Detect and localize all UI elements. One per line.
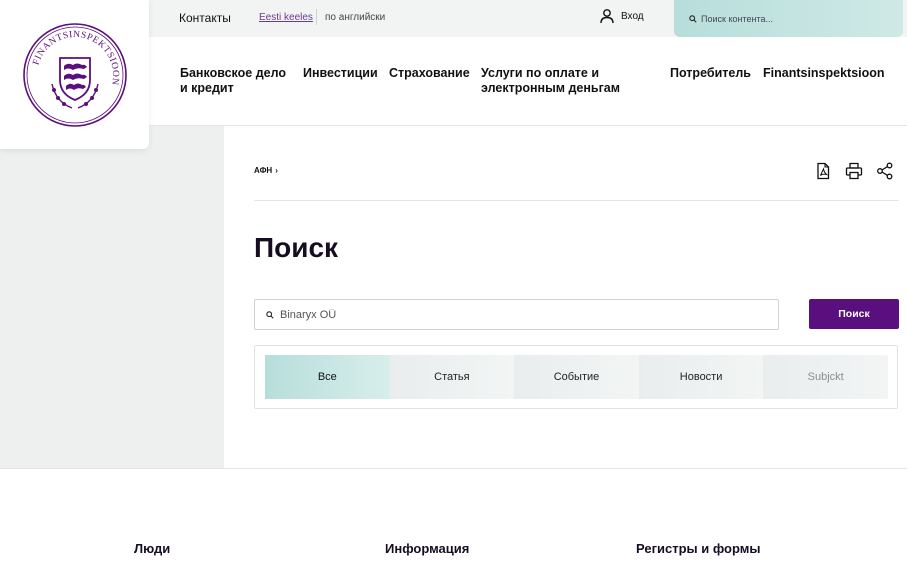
pdf-button[interactable] bbox=[814, 162, 832, 180]
finantsinspektsioon-seal-logo: FINANTSINSPEKTSIOON bbox=[22, 22, 127, 127]
nav-divider bbox=[149, 125, 907, 126]
user-icon bbox=[600, 9, 614, 24]
global-search-bar bbox=[674, 0, 903, 37]
tab-event[interactable]: Событие bbox=[514, 355, 639, 399]
language-estonian-link[interactable]: Eesti keeles bbox=[259, 12, 313, 23]
page: FINANTSINSPEKTSIOON Контакты Eesti keele… bbox=[0, 0, 907, 565]
pdf-icon bbox=[817, 162, 830, 180]
breadcrumb: АФН › bbox=[254, 166, 278, 175]
nav-item-finantsinspektsioon[interactable]: Finantsinspektsioon bbox=[763, 66, 885, 81]
language-english-link[interactable]: по английски bbox=[325, 12, 385, 23]
nav-item-investments[interactable]: Инвестиции bbox=[303, 66, 378, 81]
contacts-link[interactable]: Контакты bbox=[179, 11, 231, 25]
sidebar-background bbox=[0, 126, 224, 468]
section-divider bbox=[0, 468, 907, 469]
nav-item-banking[interactable]: Банковское дело и кредит bbox=[180, 66, 295, 96]
logo-card[interactable]: FINANTSINSPEKTSIOON bbox=[0, 0, 149, 149]
top-utility-bar: Контакты Eesti keeles по английски Вход bbox=[149, 0, 907, 37]
breadcrumb-separator: › bbox=[275, 166, 278, 175]
footer-heading-people: Люди bbox=[134, 541, 171, 556]
print-icon bbox=[845, 162, 863, 180]
tab-article[interactable]: Статья bbox=[389, 355, 515, 399]
page-tools bbox=[814, 162, 894, 180]
language-separator bbox=[316, 9, 317, 25]
share-button[interactable] bbox=[876, 162, 894, 180]
footer-heading-registers: Регистры и формы bbox=[636, 541, 761, 556]
content-divider bbox=[254, 200, 899, 201]
login-label: Вход bbox=[621, 10, 644, 22]
filter-tabs: Все Статья Событие Новости Subjckt bbox=[265, 355, 888, 399]
search-input[interactable] bbox=[280, 308, 760, 321]
breadcrumb-root-link[interactable]: АФН bbox=[254, 166, 272, 175]
share-icon bbox=[877, 162, 893, 180]
tab-subject[interactable]: Subjckt bbox=[763, 355, 888, 399]
footer-heading-information: Информация bbox=[385, 541, 470, 556]
search-icon bbox=[689, 14, 697, 23]
search-icon bbox=[266, 310, 274, 319]
print-button[interactable] bbox=[845, 162, 863, 180]
global-search-input[interactable] bbox=[701, 13, 881, 24]
nav-item-payment-services[interactable]: Услуги по оплате и электронным деньгам bbox=[481, 66, 631, 96]
nav-item-consumer[interactable]: Потребитель bbox=[670, 66, 751, 81]
tab-news[interactable]: Новости bbox=[638, 355, 764, 399]
filter-panel: Все Статья Событие Новости Subjckt bbox=[254, 345, 898, 409]
page-title: Поиск bbox=[254, 232, 339, 263]
search-button[interactable]: Поиск bbox=[809, 299, 899, 329]
search-field bbox=[254, 299, 779, 330]
tab-all[interactable]: Все bbox=[265, 355, 390, 399]
login-button[interactable]: Вход bbox=[599, 8, 644, 24]
nav-item-insurance[interactable]: Страхование bbox=[389, 66, 470, 81]
